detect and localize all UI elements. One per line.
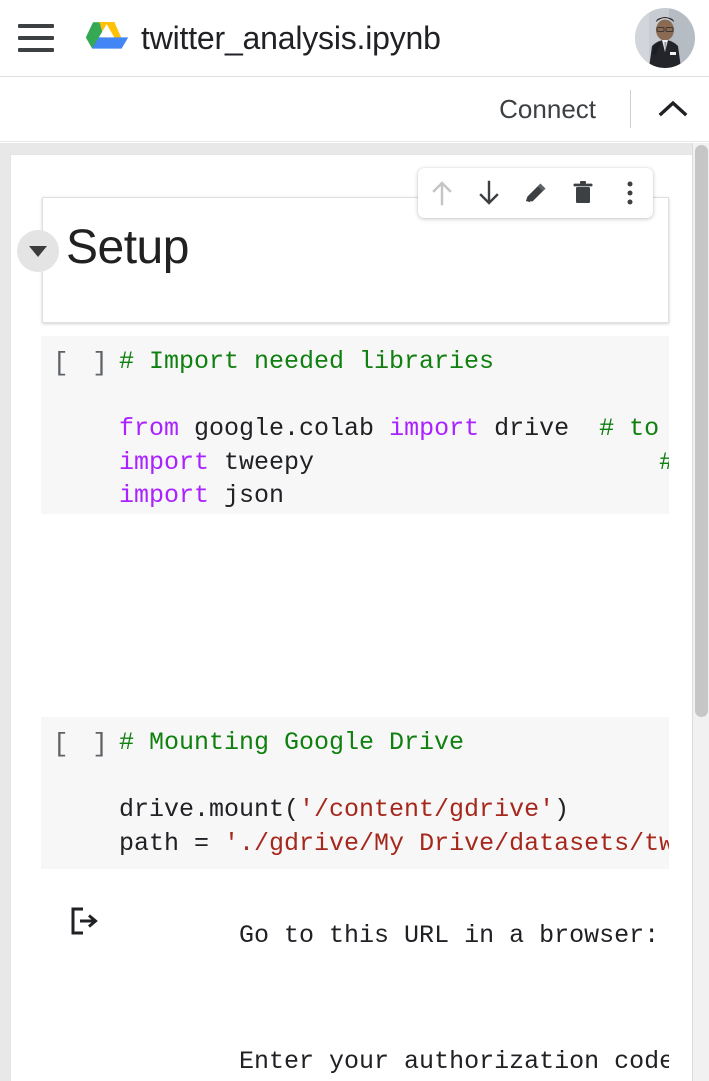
output-arrow-icon (67, 904, 101, 938)
code-token: # to (599, 414, 660, 443)
connect-button[interactable]: Connect (489, 90, 606, 129)
code-token: drive (494, 414, 600, 443)
run-cell-button[interactable]: [ ] (53, 348, 113, 378)
hamburger-bar (18, 48, 54, 52)
connect-bar: Connect (0, 77, 709, 142)
code-token: '/content/gdrive' (299, 795, 555, 824)
hamburger-bar (18, 36, 54, 40)
move-cell-up-icon[interactable] (423, 174, 461, 212)
code-token: google.colab (194, 414, 390, 443)
section-heading: Setup (66, 221, 189, 274)
code-line: path = './gdrive/My Drive/datasets/tw (119, 827, 669, 861)
avatar[interactable] (635, 8, 695, 68)
code-editor[interactable]: # Mounting Google Drive drive.mount('/con… (119, 726, 669, 860)
code-line: # Mounting Google Drive (119, 726, 669, 760)
google-drive-icon (85, 18, 129, 58)
code-token: ) (554, 795, 570, 824)
code-editor[interactable]: # Import needed libraries from google.col… (119, 345, 669, 514)
vertical-scrollbar[interactable] (692, 143, 709, 1081)
page-title: twitter_analysis.ipynb (141, 19, 441, 56)
code-cell[interactable]: [ ] # Mounting Google Drive drive.mount('… (41, 717, 669, 869)
code-token: tweepy (224, 447, 660, 477)
code-token: # Import needed libraries (119, 347, 495, 376)
code-line: # Import needed libraries (119, 345, 669, 379)
move-cell-down-icon[interactable] (470, 174, 508, 212)
code-token: # Mounting Google Drive (119, 728, 465, 757)
cell-more-options-icon[interactable] (611, 174, 649, 212)
scrollbar-thumb[interactable] (695, 145, 708, 717)
triangle-down-icon (29, 245, 47, 257)
output-spacer (119, 986, 669, 1012)
code-line: from google.colab import drive # to (119, 412, 669, 446)
app-bar: twitter_analysis.ipynb (0, 0, 709, 77)
code-line: import pandas as pd (119, 513, 669, 515)
cell-output: Go to this URL in a browser: https:// En… (41, 879, 669, 1079)
code-token: import (119, 447, 225, 477)
code-line: drive.mount('/content/gdrive') (119, 793, 669, 827)
code-token: import (119, 481, 225, 510)
code-token: # Py (659, 448, 669, 477)
code-token: import (389, 414, 495, 443)
code-token: './gdrive/My Drive/datasets/tw (224, 828, 669, 858)
run-cell-button[interactable]: [ ] (53, 729, 113, 759)
cell-toolbar (418, 168, 653, 218)
hamburger-bar (18, 24, 54, 28)
notebook-scroll-area: Setup [ ] # Import needed libraries from … (0, 143, 709, 1081)
collapse-section-button[interactable] (17, 230, 59, 272)
code-token: drive.mount( (119, 795, 300, 824)
output-line-2: Enter your authorization code: (239, 1047, 669, 1076)
code-token: path = (119, 828, 225, 858)
chevron-up-icon[interactable] (653, 89, 693, 129)
notebook-page: Setup [ ] # Import needed libraries from … (10, 154, 693, 1081)
code-line: import json (119, 479, 669, 513)
hamburger-menu-icon[interactable] (14, 16, 58, 60)
code-cell[interactable]: [ ] # Import needed libraries from google… (41, 336, 669, 514)
output-text: Go to this URL in a browser: https:// En… (119, 885, 669, 1079)
code-token: json (224, 481, 285, 510)
code-token: from (119, 414, 195, 443)
delete-cell-icon[interactable] (564, 174, 602, 212)
output-line-1: Go to this URL in a browser: https:// (239, 921, 669, 950)
output-line-1-prefix: Go to this URL in a browser: (239, 920, 669, 950)
edit-cell-icon[interactable] (517, 174, 555, 212)
code-line: import tweepy # Py (119, 446, 669, 480)
toolbar-divider (630, 90, 631, 128)
